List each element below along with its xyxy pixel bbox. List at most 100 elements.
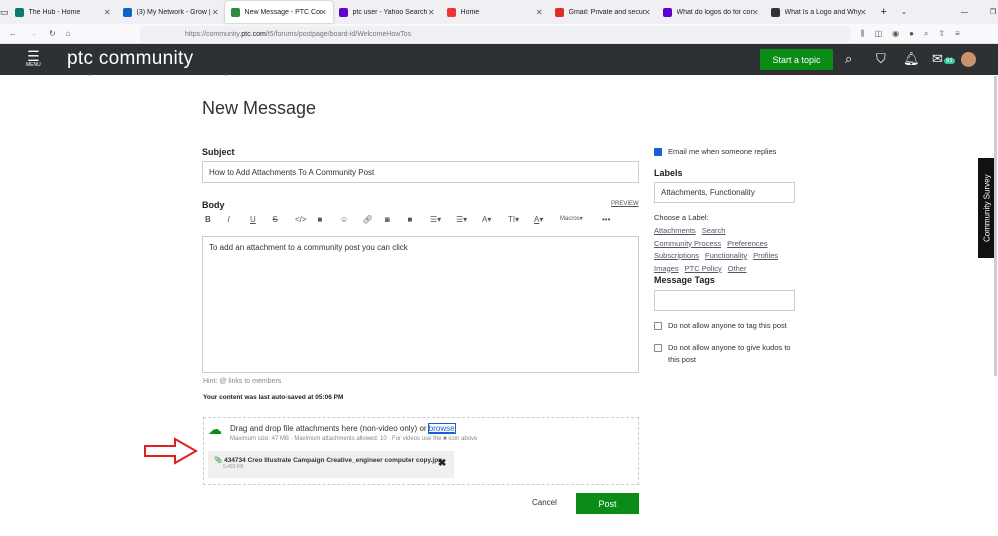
no-kudos-checkbox[interactable]: Do not allow anyone to give kudos to thi… [654, 342, 804, 366]
underline-icon[interactable]: U [250, 215, 273, 224]
label-option[interactable]: Subscriptions [654, 251, 699, 260]
mail-icon[interactable]: ✉ [932, 51, 943, 67]
bold-icon[interactable]: B [205, 215, 228, 224]
message-tags-input[interactable] [654, 290, 795, 311]
italic-icon[interactable]: I [228, 215, 251, 224]
labels-title: Labels [654, 168, 683, 178]
choose-label-text: Choose a Label: [654, 213, 709, 222]
cancel-button[interactable]: Cancel [532, 498, 557, 507]
camera-icon[interactable]: ◙ [385, 215, 408, 224]
macros-dropdown[interactable]: Macros▾ [560, 215, 602, 224]
bullet-list-icon[interactable]: ☰▾ [456, 215, 482, 224]
label-option[interactable]: PTC Policy [685, 264, 722, 273]
close-tab-icon[interactable]: ✕ [536, 8, 543, 17]
search-icon[interactable]: ⌕ [845, 51, 852, 67]
favicon-icon [662, 7, 672, 17]
post-button[interactable]: Post [576, 493, 639, 514]
video-icon[interactable]: ■ [318, 215, 341, 224]
remove-file-icon[interactable]: ✖ [438, 458, 446, 469]
browser-tab[interactable]: (3) My Network - Grow | Li ✕ [117, 1, 225, 23]
autosave-text: Your content was last auto-saved at 05:0… [203, 394, 344, 401]
close-tab-icon[interactable]: ✕ [320, 8, 327, 17]
breadcrumb: _____________ › ________________________… [26, 70, 312, 76]
url-bar[interactable]: https://community. ptc.com/t5/forums/post… [140, 26, 850, 42]
strikethrough-icon[interactable]: S [273, 215, 296, 224]
forward-icon[interactable]: → [29, 29, 37, 38]
browse-link[interactable]: browse [427, 423, 456, 434]
browser-tab[interactable]: New Message - PTC Comm✕ [224, 1, 333, 23]
link-icon[interactable]: 🔗︎ [363, 215, 386, 224]
close-tab-icon[interactable]: ✕ [428, 8, 435, 17]
reload-icon[interactable]: ↻ [49, 29, 56, 38]
subject-input[interactable]: How to Add Attachments To A Community Po… [202, 161, 639, 183]
file-name: 434734 Creo Illustrate Campaign Creative… [224, 457, 443, 464]
body-label: Body [202, 200, 225, 210]
browser-tab[interactable]: ptc user - Yahoo Search Re✕ [333, 1, 441, 23]
home-icon[interactable]: ⌂ [66, 29, 71, 38]
favicon-icon [770, 7, 780, 17]
ptc-logo[interactable]: ptc community [67, 48, 193, 70]
favicon-icon [554, 7, 564, 17]
emoji-icon[interactable]: ☺ [340, 215, 363, 224]
close-tab-icon[interactable]: ✕ [752, 8, 759, 17]
close-tab-icon[interactable]: ✕ [644, 8, 651, 17]
label-options: Attachments Search Community Process Prefer… [654, 225, 784, 275]
new-tab-icon[interactable]: + [881, 6, 887, 18]
label-option[interactable]: Preferences [727, 239, 767, 248]
code-icon[interactable]: </> [295, 215, 318, 224]
bookmark-icon[interactable]: ⛉ [876, 51, 886, 67]
tab-bar: ▭ The Hub - Home ✕ (3) My Network - Grow |… [0, 0, 998, 24]
browser-tab[interactable]: Home ✕ [441, 1, 549, 23]
no-tag-checkbox[interactable]: Do not allow anyone to tag this post [654, 321, 787, 331]
close-tab-icon[interactable]: ✕ [212, 8, 219, 17]
browser-tab[interactable]: What do logos do for comp ✕ [657, 1, 765, 23]
red-arrow-annotation [144, 437, 199, 465]
attached-file: 📎︎ 434734 Creo Illustrate Campaign Creat… [208, 451, 454, 478]
tab-overview-icon[interactable]: ▭ [0, 7, 9, 18]
email-checkbox[interactable]: Email me when someone replies [654, 147, 776, 157]
paperclip-icon: 📎︎ [214, 457, 223, 464]
label-option[interactable]: Community Process [654, 239, 721, 248]
toolbar-icons[interactable]: ♡⫼◫◉●⌕⇧≡ [844, 29, 970, 39]
favicon-icon [338, 7, 348, 17]
video-insert-icon[interactable]: ■ [408, 215, 431, 224]
drop-text: Drag and drop file attachments here (non… [230, 424, 427, 433]
label-option[interactable]: Profiles [753, 251, 778, 260]
page-title: New Message [202, 98, 317, 118]
font-size-icon[interactable]: A▾ [482, 215, 508, 224]
restore-icon[interactable]: ❐ [990, 8, 996, 16]
message-tags-title: Message Tags [654, 275, 715, 285]
editor-toolbar: B I U S </> ■ ☺ 🔗︎ ◙ ■ ☰▾ ☰▾ A▾ TI▾ A▾ M… [205, 215, 625, 224]
label-option[interactable]: Attachments [654, 226, 696, 235]
hint-text: Hint: @ links to members [203, 378, 282, 385]
browser-tab[interactable]: What Is a Logo and Why Is ✕ [765, 1, 873, 23]
scrollbar[interactable] [994, 76, 997, 376]
favicon-icon [230, 7, 240, 17]
preview-link[interactable]: PREVIEW [611, 201, 639, 207]
start-topic-button[interactable]: Start a topic [760, 49, 833, 70]
mail-count-badge: 91 [944, 58, 955, 64]
bell-icon[interactable]: 🔔︎ [903, 51, 920, 67]
label-option[interactable]: Other [728, 264, 747, 273]
label-option[interactable]: Search [702, 226, 726, 235]
browser-tab[interactable]: The Hub - Home ✕ [9, 1, 117, 23]
favicon-icon [14, 7, 24, 17]
drop-info: Maximum size: 47 MB · Maximum attachment… [230, 436, 478, 442]
more-icon[interactable]: ••• [602, 215, 625, 224]
text-style-icon[interactable]: TI▾ [508, 215, 534, 224]
browser-tab[interactable]: Gmail: Private and secure e✕ [549, 1, 657, 23]
avatar[interactable] [961, 52, 976, 67]
label-option[interactable]: Functionality [705, 251, 747, 260]
back-icon[interactable]: ← [9, 29, 17, 38]
favicon-icon [122, 7, 132, 17]
numbered-list-icon[interactable]: ☰▾ [430, 215, 456, 224]
label-option[interactable]: Images [654, 264, 679, 273]
labels-input[interactable]: Attachments, Functionality [654, 182, 795, 203]
menu-button[interactable]: ☰ MENU [26, 49, 41, 68]
body-editor[interactable]: To add an attachment to a community post… [202, 236, 639, 373]
close-tab-icon[interactable]: ✕ [860, 8, 867, 17]
minimize-icon[interactable]: — [961, 9, 968, 16]
tab-list-icon[interactable]: ⌄ [901, 8, 907, 16]
font-color-icon[interactable]: A▾ [534, 215, 560, 224]
close-tab-icon[interactable]: ✕ [104, 8, 111, 17]
